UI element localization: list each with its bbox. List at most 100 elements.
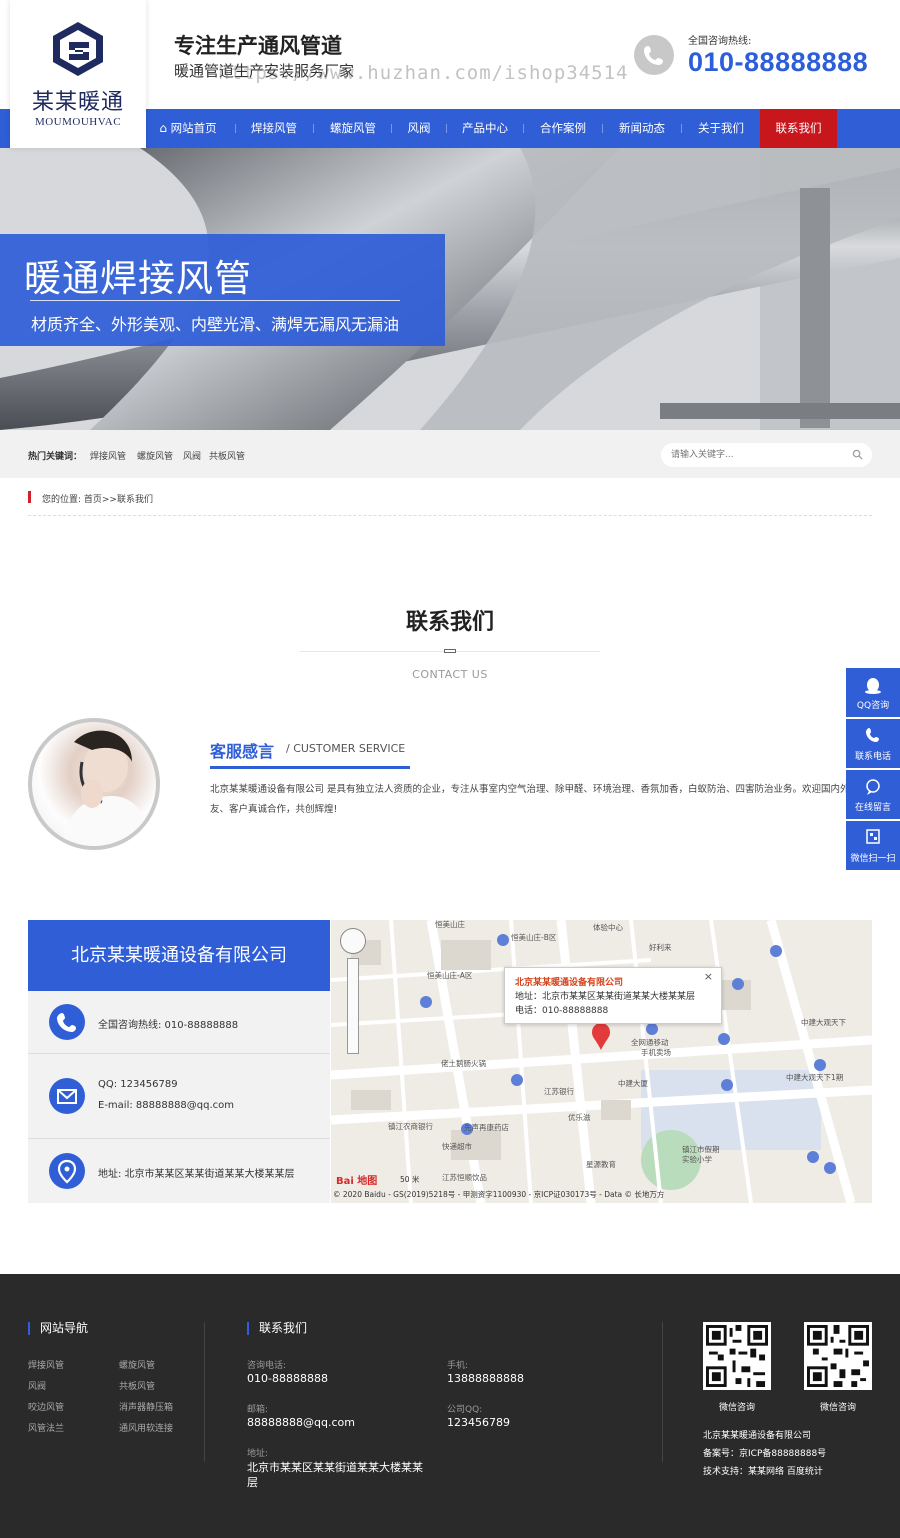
search-input[interactable] xyxy=(671,447,841,463)
svg-text:快递超市: 快递超市 xyxy=(442,1141,472,1151)
keyword-link[interactable]: 螺旋风管 xyxy=(137,449,173,462)
nav-spiral-duct[interactable]: 螺旋风管 xyxy=(314,109,392,148)
map-popup-close-icon[interactable]: × xyxy=(704,970,713,983)
footer-nav-link[interactable]: 焊接风管 xyxy=(28,1358,64,1371)
keyword-link[interactable]: 风阀 xyxy=(183,449,201,462)
nav-contact[interactable]: 联系我们 xyxy=(760,109,837,148)
map-copyright: © 2020 Baidu - GS(2019)5218号 - 甲测资字11009… xyxy=(333,1190,665,1199)
svg-text:恒美山庄: 恒美山庄 xyxy=(435,920,465,929)
breadcrumb-divider xyxy=(28,515,872,516)
search-icon[interactable] xyxy=(852,449,863,460)
qr-caption: 微信咨询 xyxy=(718,1403,755,1413)
hotline-number: 010-88888888 xyxy=(688,47,869,77)
footer-company: 北京某某暖通设备有限公司 xyxy=(703,1431,812,1441)
contact-email: E-mail: 88888888@qq.com xyxy=(98,1100,235,1111)
footer-nav-link[interactable]: 共板风管 xyxy=(119,1379,155,1392)
svg-text:手机卖场: 手机卖场 xyxy=(641,1047,671,1057)
svg-text:中建大厦: 中建大厦 xyxy=(618,1078,648,1088)
hot-keywords-label: 热门关键词： xyxy=(28,452,83,462)
map-popup-address: 地址：北京市某某区某某街道某某大楼某某层 xyxy=(515,992,696,1002)
title-divider-mark xyxy=(444,649,456,653)
contact-mail-row: QQ: 123456789 E-mail: 88888888@qq.com xyxy=(28,1054,330,1139)
svg-text:江苏银行: 江苏银行 xyxy=(544,1086,574,1096)
wechat-qr-code xyxy=(703,1322,771,1390)
map-popup-tel: 电话：010-88888888 xyxy=(515,1006,609,1016)
phone-icon xyxy=(634,35,674,75)
map-pan-control[interactable] xyxy=(340,928,366,954)
keyword-link[interactable]: 焊接风管 xyxy=(90,449,126,462)
svg-text:体验中心: 体验中心 xyxy=(593,922,623,932)
home-icon: ⌂ xyxy=(159,121,167,135)
nav-damper[interactable]: 风阀 xyxy=(392,109,446,148)
map-scale: 50 米 xyxy=(400,1175,420,1184)
footer-email: 88888888@qq.com xyxy=(247,1416,355,1429)
svg-text:优乐滋: 优乐滋 xyxy=(568,1112,591,1122)
banner-divider xyxy=(30,300,400,301)
svg-text:佬土鹅肠火锅: 佬土鹅肠火锅 xyxy=(441,1058,486,1068)
footer-nav-link[interactable]: 咬边风管 xyxy=(28,1400,64,1413)
location-pin-icon xyxy=(49,1153,85,1189)
footer-icp[interactable]: 备案号：京ICP备88888888号 xyxy=(703,1446,826,1459)
service-title-underline xyxy=(210,766,410,769)
service-text: 北京某某暖通设备有限公司 是具有独立法人资质的企业，专注从事室内空气治理、除甲醛… xyxy=(210,784,860,815)
footer-divider xyxy=(204,1322,205,1462)
mail-icon xyxy=(49,1078,85,1114)
keyword-link[interactable]: 共板风管 xyxy=(209,449,245,462)
svg-text:先声再康药店: 先声再康药店 xyxy=(464,1122,509,1132)
footer-nav-link[interactable]: 风管法兰 xyxy=(28,1421,64,1434)
footer-nav-link[interactable]: 风阀 xyxy=(28,1379,46,1392)
customer-service-photo xyxy=(28,718,160,850)
contact-address: 地址: 北京市某某区某某街道某某大楼某某层 xyxy=(98,1169,295,1180)
footer-nav-link[interactable]: 消声器静压箱 xyxy=(119,1400,173,1413)
svg-text:镇江农商银行: 镇江农商银行 xyxy=(388,1121,433,1131)
map[interactable]: 恒美山庄 恒美山庄-B区 体验中心 好利来 恒美山庄-A区 佬土鹅肠火锅 全网通移动 手机… xyxy=(331,920,872,1203)
contact-address-row: 地址: 北京市某某区某某街道某某大楼某某层 xyxy=(28,1139,330,1203)
logo[interactable]: 某某暖通 MOUMOUHVAC xyxy=(10,0,146,148)
breadcrumb[interactable]: 您的位置: 首页>>联系我们 xyxy=(42,492,153,505)
nav-welded-duct[interactable]: 焊接风管 xyxy=(236,109,312,148)
contact-phone-row: 全国咨询热线: 010-88888888 xyxy=(28,991,330,1054)
contact-qq: QQ: 123456789 xyxy=(98,1079,178,1090)
banner-subtitle: 材质齐全、外形美观、内壁光滑、满焊无漏风无漏油 xyxy=(31,315,400,334)
footer-email-label: 邮箱: xyxy=(247,1405,269,1415)
footer-nav-link[interactable]: 螺旋风管 xyxy=(119,1358,155,1371)
footer-divider xyxy=(662,1322,663,1462)
qr-caption: 微信咨询 xyxy=(819,1403,856,1413)
wechat-qr-code xyxy=(804,1322,872,1390)
svg-text:全网通移动: 全网通移动 xyxy=(631,1037,669,1047)
nav-cases[interactable]: 合作案例 xyxy=(524,109,602,148)
footer-nav-title: 网站导航 xyxy=(28,1322,88,1335)
map-tiles: 恒美山庄恒美山庄-B区 体验中心 好利来恒美山庄-A区佬土鹅肠火锅 全网通移动手机… xyxy=(331,920,872,1203)
footer-phone: 010-88888888 xyxy=(247,1372,328,1385)
footer-nav-link[interactable]: 通风用软连接 xyxy=(119,1421,173,1434)
footer-support[interactable]: 技术支持：某某网络 百度统计 xyxy=(703,1464,823,1477)
page-title: 联系我们 xyxy=(405,610,494,635)
svg-text:镇江市假期: 镇江市假期 xyxy=(682,1144,720,1154)
search-box xyxy=(661,443,872,467)
footer-mobile: 13888888888 xyxy=(447,1372,524,1385)
map-popup-title: 北京某某暖通设备有限公司 xyxy=(515,978,624,988)
sidebar-phone-button[interactable]: 联系电话 xyxy=(846,719,900,768)
nav-news[interactable]: 新闻动态 xyxy=(603,109,681,148)
footer-contact-title: 联系我们 xyxy=(247,1322,307,1335)
footer-mobile-label: 手机: xyxy=(447,1361,469,1371)
svg-text:中建大观天下1期: 中建大观天下1期 xyxy=(786,1072,843,1082)
nav-about[interactable]: 关于我们 xyxy=(682,109,760,148)
service-title-en: / CUSTOMER SERVICE xyxy=(286,742,406,755)
map-info-window: 北京某某暖通设备有限公司 地址：北京市某某区某某街道某某大楼某某层 电话：010… xyxy=(504,967,722,1024)
svg-text:中建大观天下: 中建大观天下 xyxy=(801,1017,846,1027)
logo-text: 某某暖通 xyxy=(31,90,124,115)
company-name-header: 北京某某暖通设备有限公司 xyxy=(28,920,330,991)
nav-products[interactable]: 产品中心 xyxy=(447,109,523,148)
footer-address: 北京市某某区某某街道某某大楼某某层 xyxy=(247,1461,423,1489)
map-zoom-slider[interactable] xyxy=(347,958,359,1054)
svg-text:恒美山庄-B区: 恒美山庄-B区 xyxy=(511,932,557,942)
svg-text:实验小学: 实验小学 xyxy=(682,1154,712,1164)
footer-address-label: 地址: xyxy=(247,1449,269,1459)
svg-text:星源教育: 星源教育 xyxy=(586,1159,616,1169)
sidebar-qq-button[interactable]: QQ咨询 xyxy=(846,668,900,717)
logo-english-text: MOUMOUHVAC xyxy=(34,116,122,128)
sidebar-message-button[interactable]: 在线留言 xyxy=(846,770,900,819)
nav-home[interactable]: ⌂ 网站首页 xyxy=(146,109,230,148)
sidebar-wechat-button[interactable]: 微信扫一扫 xyxy=(846,821,900,870)
